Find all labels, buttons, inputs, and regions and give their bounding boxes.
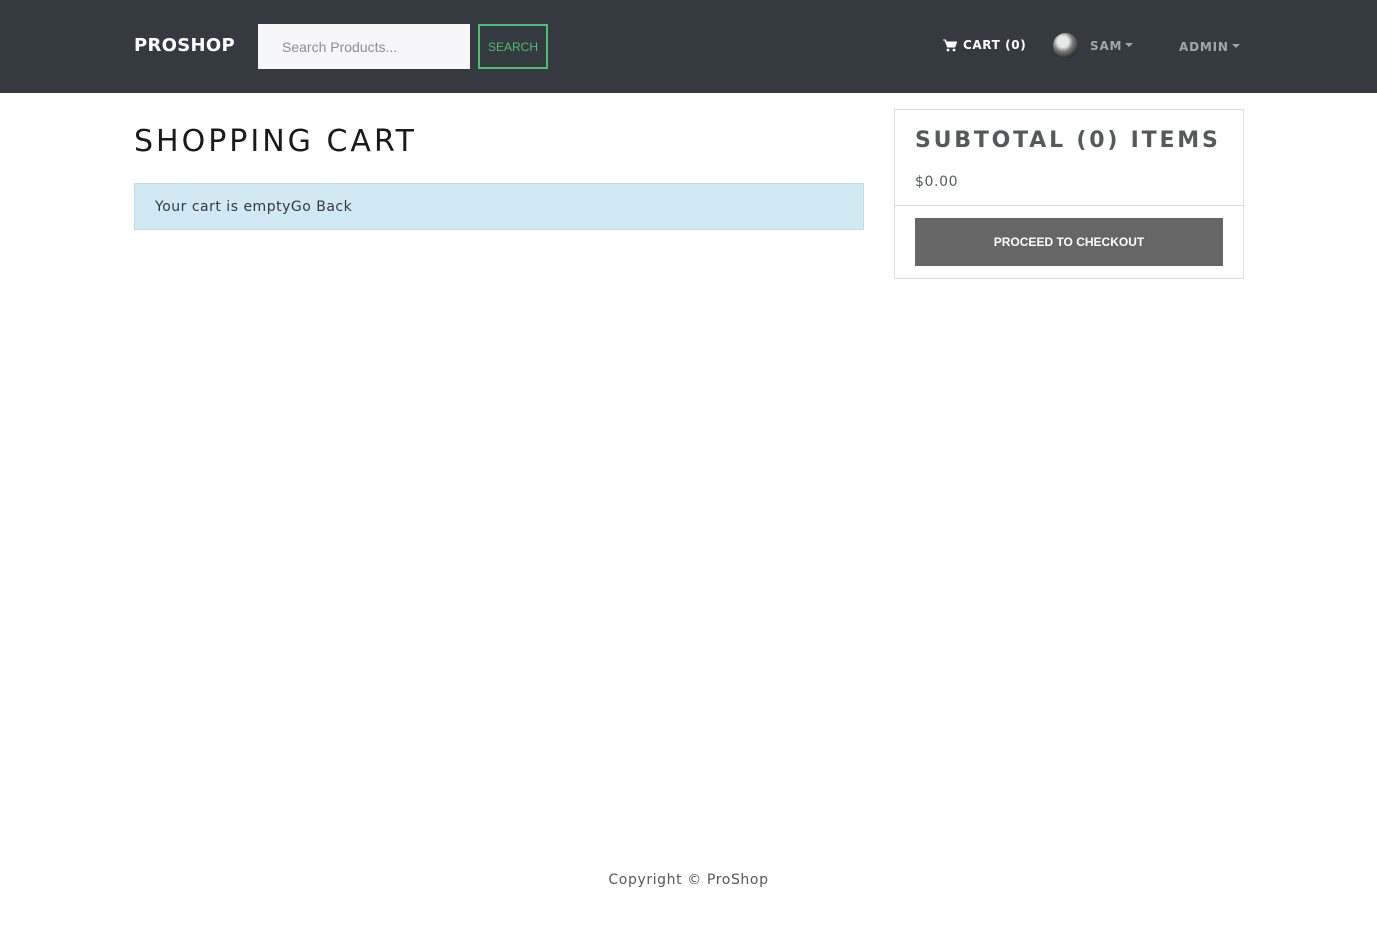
navbar: PROSHOP SEARCH CART (0) SAM ADMIN [0,0,1377,93]
subtotal-title: SUBTOTAL (0) ITEMS [915,128,1221,153]
user-avatar [1053,33,1078,58]
empty-cart-alert: Your cart is empty Go Back [134,183,864,230]
page-title: SHOPPING CART [134,124,417,159]
order-summary-card: SUBTOTAL (0) ITEMS $0.00 PROCEED TO CHEC… [894,109,1244,279]
chevron-down-icon [1125,42,1134,47]
user-dropdown[interactable]: SAM [1053,33,1134,58]
proceed-to-checkout-button[interactable]: PROCEED TO CHECKOUT [915,218,1223,266]
search-button[interactable]: SEARCH [478,24,548,69]
copyright-text: Copyright © ProShop [608,872,769,888]
cart-link[interactable]: CART (0) [943,38,1026,52]
subtotal-amount: $0.00 [915,174,959,190]
brand-logo-link[interactable]: PROSHOP [134,35,235,56]
admin-dropdown[interactable]: ADMIN [1179,40,1240,54]
admin-label: ADMIN [1179,40,1229,54]
empty-cart-message: Your cart is empty [155,198,291,215]
shopping-cart-icon [943,39,957,51]
chevron-down-icon [1231,44,1240,48]
go-back-link[interactable]: Go Back [291,199,352,215]
footer: Copyright © ProShop [0,872,1377,888]
cart-label: CART (0) [963,38,1027,52]
search-input[interactable] [258,24,470,69]
user-name-label: SAM [1090,39,1134,53]
summary-header: SUBTOTAL (0) ITEMS $0.00 [895,110,1243,206]
